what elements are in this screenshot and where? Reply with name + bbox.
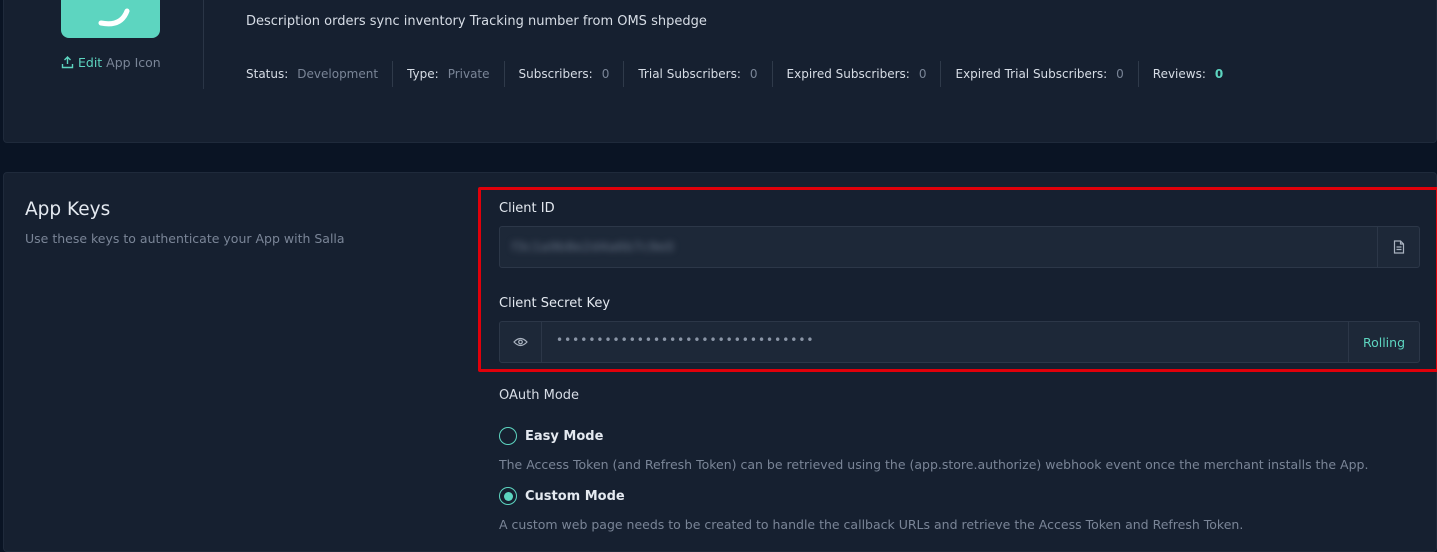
stat-label: Reviews: xyxy=(1152,67,1206,81)
vertical-divider xyxy=(203,0,204,89)
rolling-button[interactable]: Rolling xyxy=(1348,322,1419,362)
stat-label: Expired Subscribers: xyxy=(786,67,910,81)
copy-button[interactable] xyxy=(1377,227,1419,267)
stat-value: 0 xyxy=(918,67,927,81)
stat-value[interactable]: 0 xyxy=(1215,67,1223,81)
easy-mode-label: Easy Mode xyxy=(525,428,604,444)
stat-value: 0 xyxy=(749,67,758,81)
stat-label: Expired Trial Subscribers: xyxy=(955,67,1108,81)
app-icon-label: App Icon xyxy=(102,55,161,70)
easy-mode-description: The Access Token (and Refresh Token) can… xyxy=(499,457,1369,472)
edit-label: Edit xyxy=(77,55,103,70)
stat-subscribers: Subscribers: 0 xyxy=(505,61,625,87)
section-title: App Keys xyxy=(25,199,111,220)
stat-status: Status: Development xyxy=(246,61,394,87)
show-secret-button[interactable] xyxy=(500,322,542,362)
stat-type: Type: Private xyxy=(393,61,505,87)
eye-icon xyxy=(513,337,528,347)
stat-reviews[interactable]: Reviews: 0 xyxy=(1139,61,1237,87)
edit-app-icon-link[interactable]: Edit App Icon xyxy=(61,55,161,72)
easy-mode-option[interactable]: Easy Mode xyxy=(499,427,603,445)
copy-icon xyxy=(1393,240,1404,254)
stat-label: Subscribers: xyxy=(518,67,593,81)
custom-mode-label: Custom Mode xyxy=(525,488,625,504)
oauth-mode-label: OAuth Mode xyxy=(499,388,580,403)
stat-value: 0 xyxy=(601,67,610,81)
client-id-field[interactable]: f3c1a9b8e2d4a6b7c9e0 xyxy=(499,226,1420,268)
section-subtitle: Use these keys to authenticate your App … xyxy=(25,231,345,246)
radio-button[interactable] xyxy=(499,487,517,505)
client-secret-value: •••••••••••••••••••••••••••••••• xyxy=(556,333,815,347)
app-info-card: Edit App Icon Description orders sync in… xyxy=(3,0,1437,143)
app-icon xyxy=(61,0,160,38)
stat-label: Status: xyxy=(246,67,289,81)
custom-mode-description: A custom web page needs to be created to… xyxy=(499,517,1244,532)
stat-label: Trial Subscribers: xyxy=(638,67,741,81)
client-secret-field[interactable]: •••••••••••••••••••••••••••••••• Rolling xyxy=(499,321,1420,363)
stat-expired-subscribers: Expired Subscribers: 0 xyxy=(773,61,942,87)
radio-button[interactable] xyxy=(499,427,517,445)
client-secret-label: Client Secret Key xyxy=(499,296,611,311)
client-id-label: Client ID xyxy=(499,201,555,216)
stat-value: Private xyxy=(447,67,490,81)
stat-trial-subscribers: Trial Subscribers: 0 xyxy=(624,61,773,87)
app-stats: Status: Development Type: Private Subscrib… xyxy=(246,61,1237,87)
upload-icon xyxy=(61,56,74,72)
stat-value: Development xyxy=(297,67,379,81)
client-id-value: f3c1a9b8e2d4a6b7c9e0 xyxy=(512,239,675,254)
app-description: Description orders sync inventory Tracki… xyxy=(246,14,707,29)
app-keys-card: App Keys Use these keys to authenticate … xyxy=(3,172,1437,552)
stat-expired-trial-subscribers: Expired Trial Subscribers: 0 xyxy=(941,61,1139,87)
stat-label: Type: xyxy=(407,67,439,81)
stat-value: 0 xyxy=(1116,67,1124,81)
custom-mode-option[interactable]: Custom Mode xyxy=(499,487,625,505)
